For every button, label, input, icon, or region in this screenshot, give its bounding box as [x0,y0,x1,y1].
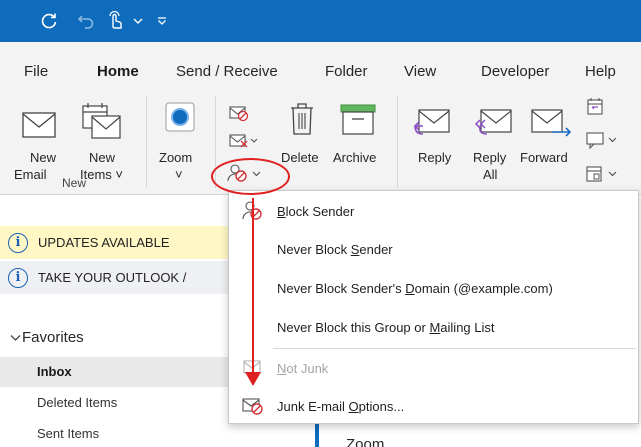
zoom-button[interactable]: Zoom ˅ [155,98,205,182]
annotation-circle [211,158,290,195]
new-email-label-2: Email [14,167,47,182]
archive-icon [340,104,376,139]
new-items-button[interactable]: New Items ˅ [80,98,138,182]
outlook-banner-text: TAKE YOUR OUTLOOK / [38,270,187,285]
more-respond-icon[interactable] [585,164,619,187]
menu-item-label: Block Sender [277,203,355,219]
annotation-arrowhead [245,372,261,386]
touch-mode-icon[interactable] [104,10,126,32]
reply-label: Reply [418,150,452,165]
forward-button[interactable]: Forward [520,98,582,178]
trash-icon [289,102,315,139]
delete-label: Delete [281,150,319,165]
reply-button[interactable]: Reply [409,98,459,178]
new-items-label-2: Items ˅ [80,167,123,182]
menu-item-label: Never Block Sender's Domain (@example.co… [277,280,553,296]
junk-options-icon [241,395,265,417]
clean-up-icon[interactable] [229,132,259,153]
menu-item-not-junk[interactable]: Not Junk [229,350,638,386]
tab-file[interactable]: File [24,63,48,80]
envelope-icon [22,112,56,141]
tab-developer[interactable]: Developer [481,63,549,80]
menu-item-never-block-domain[interactable]: Never Block Sender's Domain (@example.co… [229,270,638,306]
favorites-header[interactable]: Favorites [10,329,84,346]
meeting-reply-icon[interactable] [586,96,606,123]
menu-item-never-block-group[interactable]: Never Block this Group or Mailing List [229,309,638,345]
undo-icon[interactable] [75,10,97,32]
zoom-chevron-icon: ˅ [175,167,183,182]
new-items-label-1: New [89,150,116,165]
group-label-new: New [62,176,87,190]
forward-icon [530,106,574,141]
new-items-icon [82,102,122,143]
chevron-down-icon[interactable] [131,10,145,32]
menu-item-label: Not Junk [277,360,329,376]
archive-label: Archive [333,150,377,165]
info-icon: i [8,232,28,253]
new-email-label-1: New [30,150,57,165]
reading-pane-peek-text: Zoom [346,436,385,447]
menu-item-junk-options[interactable]: Junk E-mail Options... [229,388,638,424]
menu-item-label: Never Block Sender [277,241,393,257]
chevron-down-icon [10,329,22,346]
new-email-button[interactable]: New Email [14,98,76,182]
reply-all-icon [471,106,513,141]
reply-all-label-1: Reply [473,150,507,165]
ribbon-tabs: File Home Send / Receive Folder View Dev… [0,42,641,93]
title-bar [0,0,641,42]
ribbon: New Email New Items ˅ New Zoom ˅ Delete [0,90,641,195]
menu-separator [273,348,636,349]
zoom-icon [165,102,195,135]
tab-folder[interactable]: Folder [325,63,368,80]
info-icon: i [8,267,28,288]
delete-button[interactable]: Delete [281,98,333,178]
menu-item-label: Never Block this Group or Mailing List [277,319,495,335]
menu-item-block-sender[interactable]: Block Sender [229,193,638,229]
archive-button[interactable]: Archive [333,98,391,178]
tab-home[interactable]: Home [97,63,139,80]
menu-item-label: Junk E-mail Options... [277,398,405,414]
tab-view[interactable]: View [404,63,436,80]
ribbon-separator [397,96,398,188]
reply-all-button[interactable]: Reply All [465,98,517,182]
tab-send-receive[interactable]: Send / Receive [176,63,278,80]
zoom-label: Zoom [159,150,193,165]
forward-label: Forward [520,150,568,165]
sync-icon[interactable] [38,10,60,32]
ribbon-separator [146,96,147,188]
customize-quick-access-icon[interactable] [155,10,169,32]
tab-help[interactable]: Help [585,63,616,80]
menu-item-never-block-sender[interactable]: Never Block Sender [229,231,638,267]
favorites-label: Favorites [22,329,84,346]
ignore-icon[interactable] [229,104,249,125]
annotation-arrow-line [252,198,254,375]
reply-all-label-2: All [483,167,498,182]
updates-banner-text: UPDATES AVAILABLE [38,235,170,250]
im-reply-icon[interactable] [585,130,619,153]
junk-menu: Block Sender Never Block Sender Never Bl… [228,190,639,424]
reply-icon [413,106,451,141]
